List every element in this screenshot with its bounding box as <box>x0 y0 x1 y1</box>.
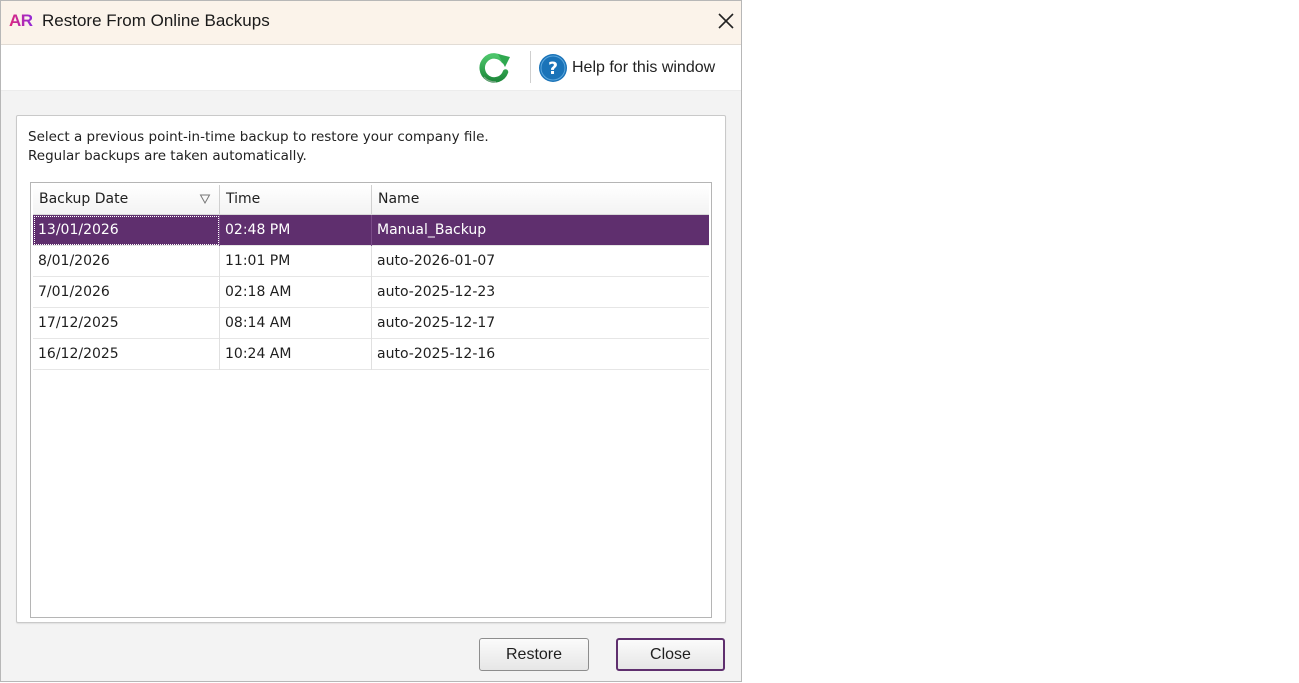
cell-time: 02:18 AM <box>220 277 372 308</box>
window-title: Restore From Online Backups <box>42 11 270 30</box>
cell-backup-date: 13/01/2026 <box>33 215 220 246</box>
table-row[interactable]: 16/12/2025 10:24 AM auto-2025-12-16 <box>33 339 709 370</box>
cell-time: 11:01 PM <box>220 246 372 277</box>
cell-backup-date: 16/12/2025 <box>33 339 220 370</box>
instructions-line-2: Regular backups are taken automatically. <box>28 148 307 164</box>
cell-time: 10:24 AM <box>220 339 372 370</box>
refresh-icon[interactable] <box>476 51 512 85</box>
column-header-name[interactable]: Name <box>372 185 709 214</box>
help-icon: ? <box>539 54 567 82</box>
cell-name: auto-2025-12-17 <box>377 315 496 331</box>
backups-panel: Select a previous point-in-time backup t… <box>16 115 726 623</box>
column-header-backup-date[interactable]: Backup Date <box>33 185 220 214</box>
table-body: 13/01/2026 02:48 PM Manual_Backup 8/01/2… <box>33 215 709 370</box>
backups-table: Backup Date Time Name 13/01/2026 02:48 P… <box>30 182 712 618</box>
table-row[interactable]: 17/12/2025 08:14 AM auto-2025-12-17 <box>33 308 709 339</box>
close-button[interactable]: Close <box>616 638 725 671</box>
sort-descending-icon <box>199 194 211 205</box>
cell-time: 08:14 AM <box>220 308 372 339</box>
instructions-text: Select a previous point-in-time backup t… <box>28 128 489 166</box>
table-row[interactable]: 7/01/2026 02:18 AM auto-2025-12-23 <box>33 277 709 308</box>
cell-backup-date: 7/01/2026 <box>33 277 220 308</box>
cell-name: auto-2026-01-07 <box>377 253 496 269</box>
restore-dialog: AR Restore From Online Backups ? Help fo… <box>0 0 742 682</box>
help-button[interactable]: ? Help for this window <box>538 53 715 83</box>
column-header-time[interactable]: Time <box>220 185 372 214</box>
cell-backup-date: 8/01/2026 <box>33 246 220 277</box>
help-label: Help for this window <box>572 59 716 76</box>
title-bar: AR Restore From Online Backups <box>1 1 741 45</box>
column-header-label: Backup Date <box>39 191 129 207</box>
cell-name: Manual_Backup <box>377 222 487 238</box>
cell-time: 02:48 PM <box>220 215 372 246</box>
close-icon[interactable] <box>714 9 738 33</box>
table-row[interactable]: 8/01/2026 11:01 PM auto-2026-01-07 <box>33 246 709 277</box>
cell-name: auto-2025-12-16 <box>377 346 496 362</box>
toolbar: ? Help for this window <box>1 45 741 91</box>
instructions-line-1: Select a previous point-in-time backup t… <box>28 129 489 145</box>
cell-name: auto-2025-12-23 <box>377 284 496 300</box>
table-row[interactable]: 13/01/2026 02:48 PM Manual_Backup <box>33 215 709 246</box>
cell-backup-date: 17/12/2025 <box>33 308 220 339</box>
app-logo: AR <box>9 10 35 32</box>
svg-text:?: ? <box>548 59 558 79</box>
toolbar-separator <box>530 51 531 83</box>
table-header: Backup Date Time Name <box>33 185 709 215</box>
restore-button[interactable]: Restore <box>479 638 589 671</box>
